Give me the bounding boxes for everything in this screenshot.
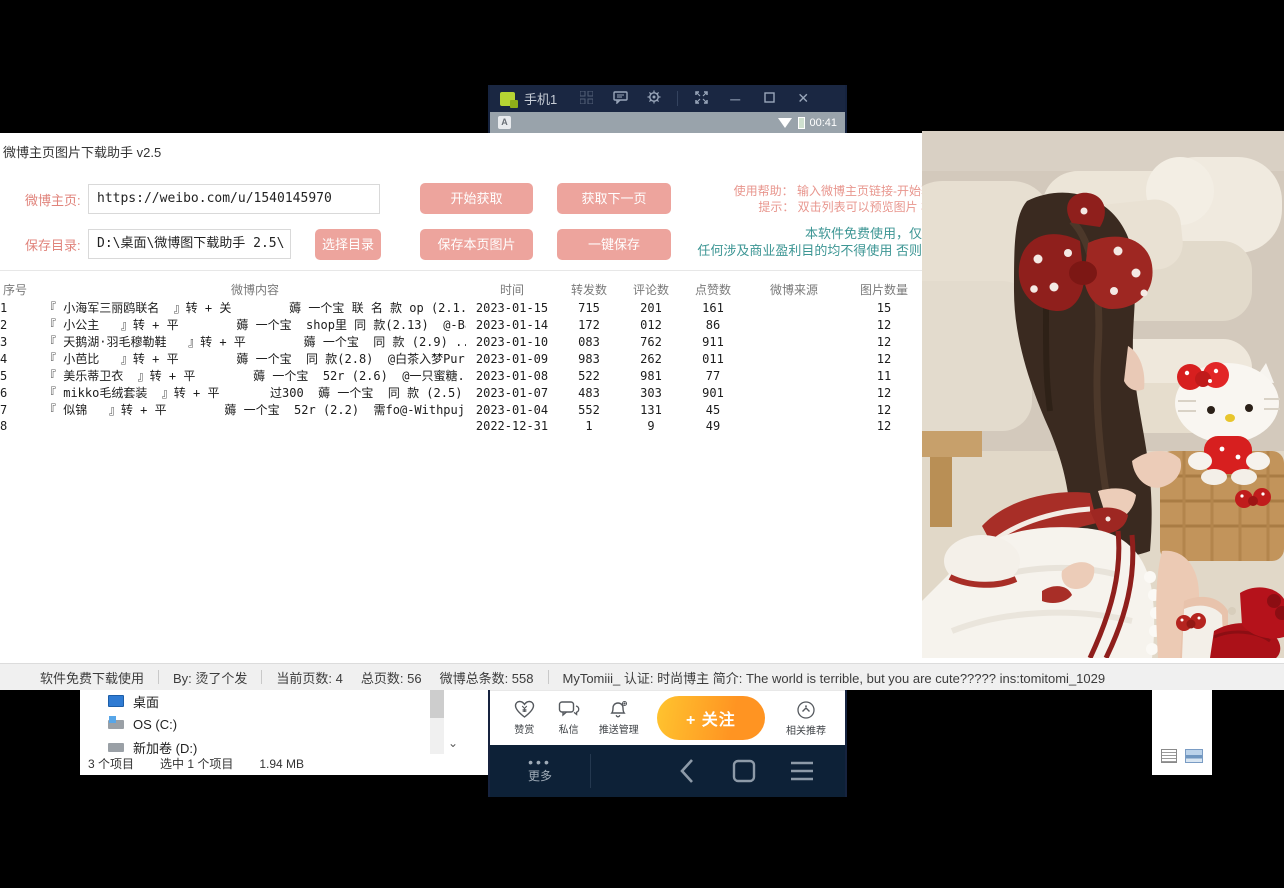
ellipsis-icon: ••• <box>528 758 552 766</box>
close-button[interactable]: ✕ <box>786 90 820 107</box>
status-user-profile: MyTomiii_ 认证: 时尚博主 简介: The world is terr… <box>563 668 1106 687</box>
weibo-action-bar: 赞赏 私信 推送管理 + 关注 相关推荐 <box>490 690 845 745</box>
status-author: By: 烫了个发 <box>173 668 247 687</box>
emulator-app-icon <box>500 92 515 106</box>
usage-help-text: 使用帮助： 输入微博主页链接-开始获取 提示： 双击列表可以预览图片 右键 <box>660 183 945 215</box>
reward-button[interactable]: 赞赏 <box>502 700 546 736</box>
feedback-icon[interactable] <box>603 91 637 107</box>
explorer-status-bar: 3 个项目 选中 1 个项目 1.94 MB <box>88 752 488 775</box>
weibo-posts-table: 序号 微博内容 时间 转发数 评论数 点赞数 微博来源 图片数量 1『 小海军三… <box>0 279 924 434</box>
status-divider <box>261 670 262 684</box>
col-likes[interactable]: 点赞数 <box>682 279 744 299</box>
fullscreen-icon[interactable] <box>684 91 718 107</box>
selected-size: 1.94 MB <box>259 757 304 771</box>
drive-icon <box>108 743 124 752</box>
more-button[interactable]: ••• 更多 <box>490 758 590 784</box>
chevron-down-icon[interactable]: ⌄ <box>448 736 458 750</box>
follow-button[interactable]: + 关注 <box>657 696 765 740</box>
bell-icon <box>609 700 629 719</box>
col-no[interactable]: 序号 <box>0 279 44 299</box>
home-button[interactable] <box>715 758 773 784</box>
save-dir-label: 保存目录: <box>25 235 81 254</box>
table-row[interactable]: 82022-12-31194912 <box>0 418 924 434</box>
app-status-bar: 软件免费下载使用 By: 烫了个发 当前页数: 4 总页数: 56 微博总条数:… <box>0 663 1284 690</box>
window-title: 微博主页图片下载助手 v2.5 <box>3 142 161 161</box>
emulator-title: 手机1 <box>524 89 557 108</box>
battery-icon <box>798 117 805 129</box>
recents-menu-button[interactable] <box>773 760 831 782</box>
android-nav-bar: ••• 更多 <box>490 745 845 797</box>
direct-message-button[interactable]: 私信 <box>546 700 590 736</box>
table-header-row: 序号 微博内容 时间 转发数 评论数 点赞数 微博来源 图片数量 <box>0 279 924 299</box>
titlebar-divider <box>677 91 678 106</box>
status-divider <box>548 670 549 684</box>
details-view-icon[interactable] <box>1161 749 1177 763</box>
status-divider <box>158 670 159 684</box>
save-dir-input[interactable]: D:\桌面\微博图下载助手 2.5\ <box>88 229 291 259</box>
chat-bubbles-icon <box>558 700 580 719</box>
heart-reward-icon <box>514 700 535 719</box>
explorer-window: 桌面 OS (C:) 新加卷 (D:) ⌄ 3 个项目 选中 1 个项目 1.9… <box>80 690 488 775</box>
table-row[interactable]: 7『 似锦 』转 + 平 薅 一个宝 52r (2.2) 需fo@-Withpu… <box>0 401 924 418</box>
scrollbar-thumb[interactable] <box>430 690 444 718</box>
explorer-scrollbar[interactable] <box>430 690 444 754</box>
circle-chevron-icon <box>796 700 816 720</box>
clock-text: 00:41 <box>809 117 837 129</box>
back-button[interactable] <box>657 758 715 784</box>
selected-count: 选中 1 个项目 <box>160 755 233 772</box>
related-recommend-button[interactable]: 相关推荐 <box>779 700 833 737</box>
col-source[interactable]: 微博来源 <box>744 279 844 299</box>
table-row[interactable]: 6『 mikko毛绒套装 』转 + 平 过300 薅 一个宝 同 款 (2.5)… <box>0 384 924 401</box>
settings-gear-icon[interactable] <box>637 90 671 107</box>
maximize-button[interactable] <box>752 91 786 106</box>
table-row[interactable]: 2『 小公主 』转 + 平 薅 一个宝 shop里 同 款(2.13) @-Ba… <box>0 316 924 333</box>
girl-photo <box>922 131 1284 658</box>
thumbnail-view-icon[interactable] <box>1185 749 1203 763</box>
save-page-button[interactable]: 保存本页图片 <box>420 229 533 260</box>
table-row[interactable]: 3『 天鹅湖·羽毛穆勒鞋 』转 + 平 薅 一个宝 同 款 (2.9) ...2… <box>0 333 924 350</box>
explorer-item-desktop[interactable]: 桌面 <box>108 690 159 712</box>
next-page-button[interactable]: 获取下一页 <box>557 183 671 214</box>
col-pics[interactable]: 图片数量 <box>844 279 924 299</box>
table-row[interactable]: 4『 小芭比 』转 + 平 薅 一个宝 同 款(2.8) @白茶入梦Pur...… <box>0 350 924 367</box>
push-manage-button[interactable]: 推送管理 <box>591 700 647 736</box>
wifi-icon <box>778 118 792 128</box>
col-time[interactable]: 时间 <box>466 279 558 299</box>
status-free-text: 软件免费下载使用 <box>40 668 144 687</box>
home-url-input[interactable]: https://weibo.com/u/1540145970 <box>88 184 380 214</box>
android-status-bar: A 00:41 <box>490 112 845 133</box>
monitor-icon <box>108 695 124 707</box>
item-count: 3 个项目 <box>88 755 134 772</box>
status-total-posts: 微博总条数: 558 <box>440 668 534 687</box>
explorer-view-corner <box>1152 690 1212 775</box>
table-row[interactable]: 5『 美乐蒂卫衣 』转 + 平 薅 一个宝 52r (2.6) @一只蜜糖...… <box>0 367 924 384</box>
emulator-titlebar[interactable]: 手机1 ─ ✕ <box>490 85 845 112</box>
status-total-pages: 总页数: 56 <box>361 668 422 687</box>
nav-divider <box>590 754 591 788</box>
table-row[interactable]: 1『 小海军三丽鸥联名 』转 + 关 薅 一个宝 联 名 款 op (2.1..… <box>0 299 924 316</box>
status-current-page: 当前页数: 4 <box>276 668 342 687</box>
minimize-button[interactable]: ─ <box>718 91 752 107</box>
col-comments[interactable]: 评论数 <box>620 279 682 299</box>
notification-app-icon: A <box>498 116 511 129</box>
system-drive-icon <box>108 720 124 729</box>
choose-dir-button[interactable]: 选择目录 <box>315 229 381 260</box>
start-fetch-button[interactable]: 开始获取 <box>420 183 533 214</box>
license-notice-text: 本软件免费使用，仅限学 任何涉及商业盈利目的均不得使用 否则产生 <box>650 225 948 259</box>
home-url-label: 微博主页: <box>25 190 81 209</box>
col-content[interactable]: 微博内容 <box>44 279 466 299</box>
explorer-item-os-c[interactable]: OS (C:) <box>108 713 177 735</box>
photo-viewer-window <box>922 131 1284 658</box>
qr-grid-icon[interactable] <box>569 91 603 107</box>
col-reposts[interactable]: 转发数 <box>558 279 620 299</box>
